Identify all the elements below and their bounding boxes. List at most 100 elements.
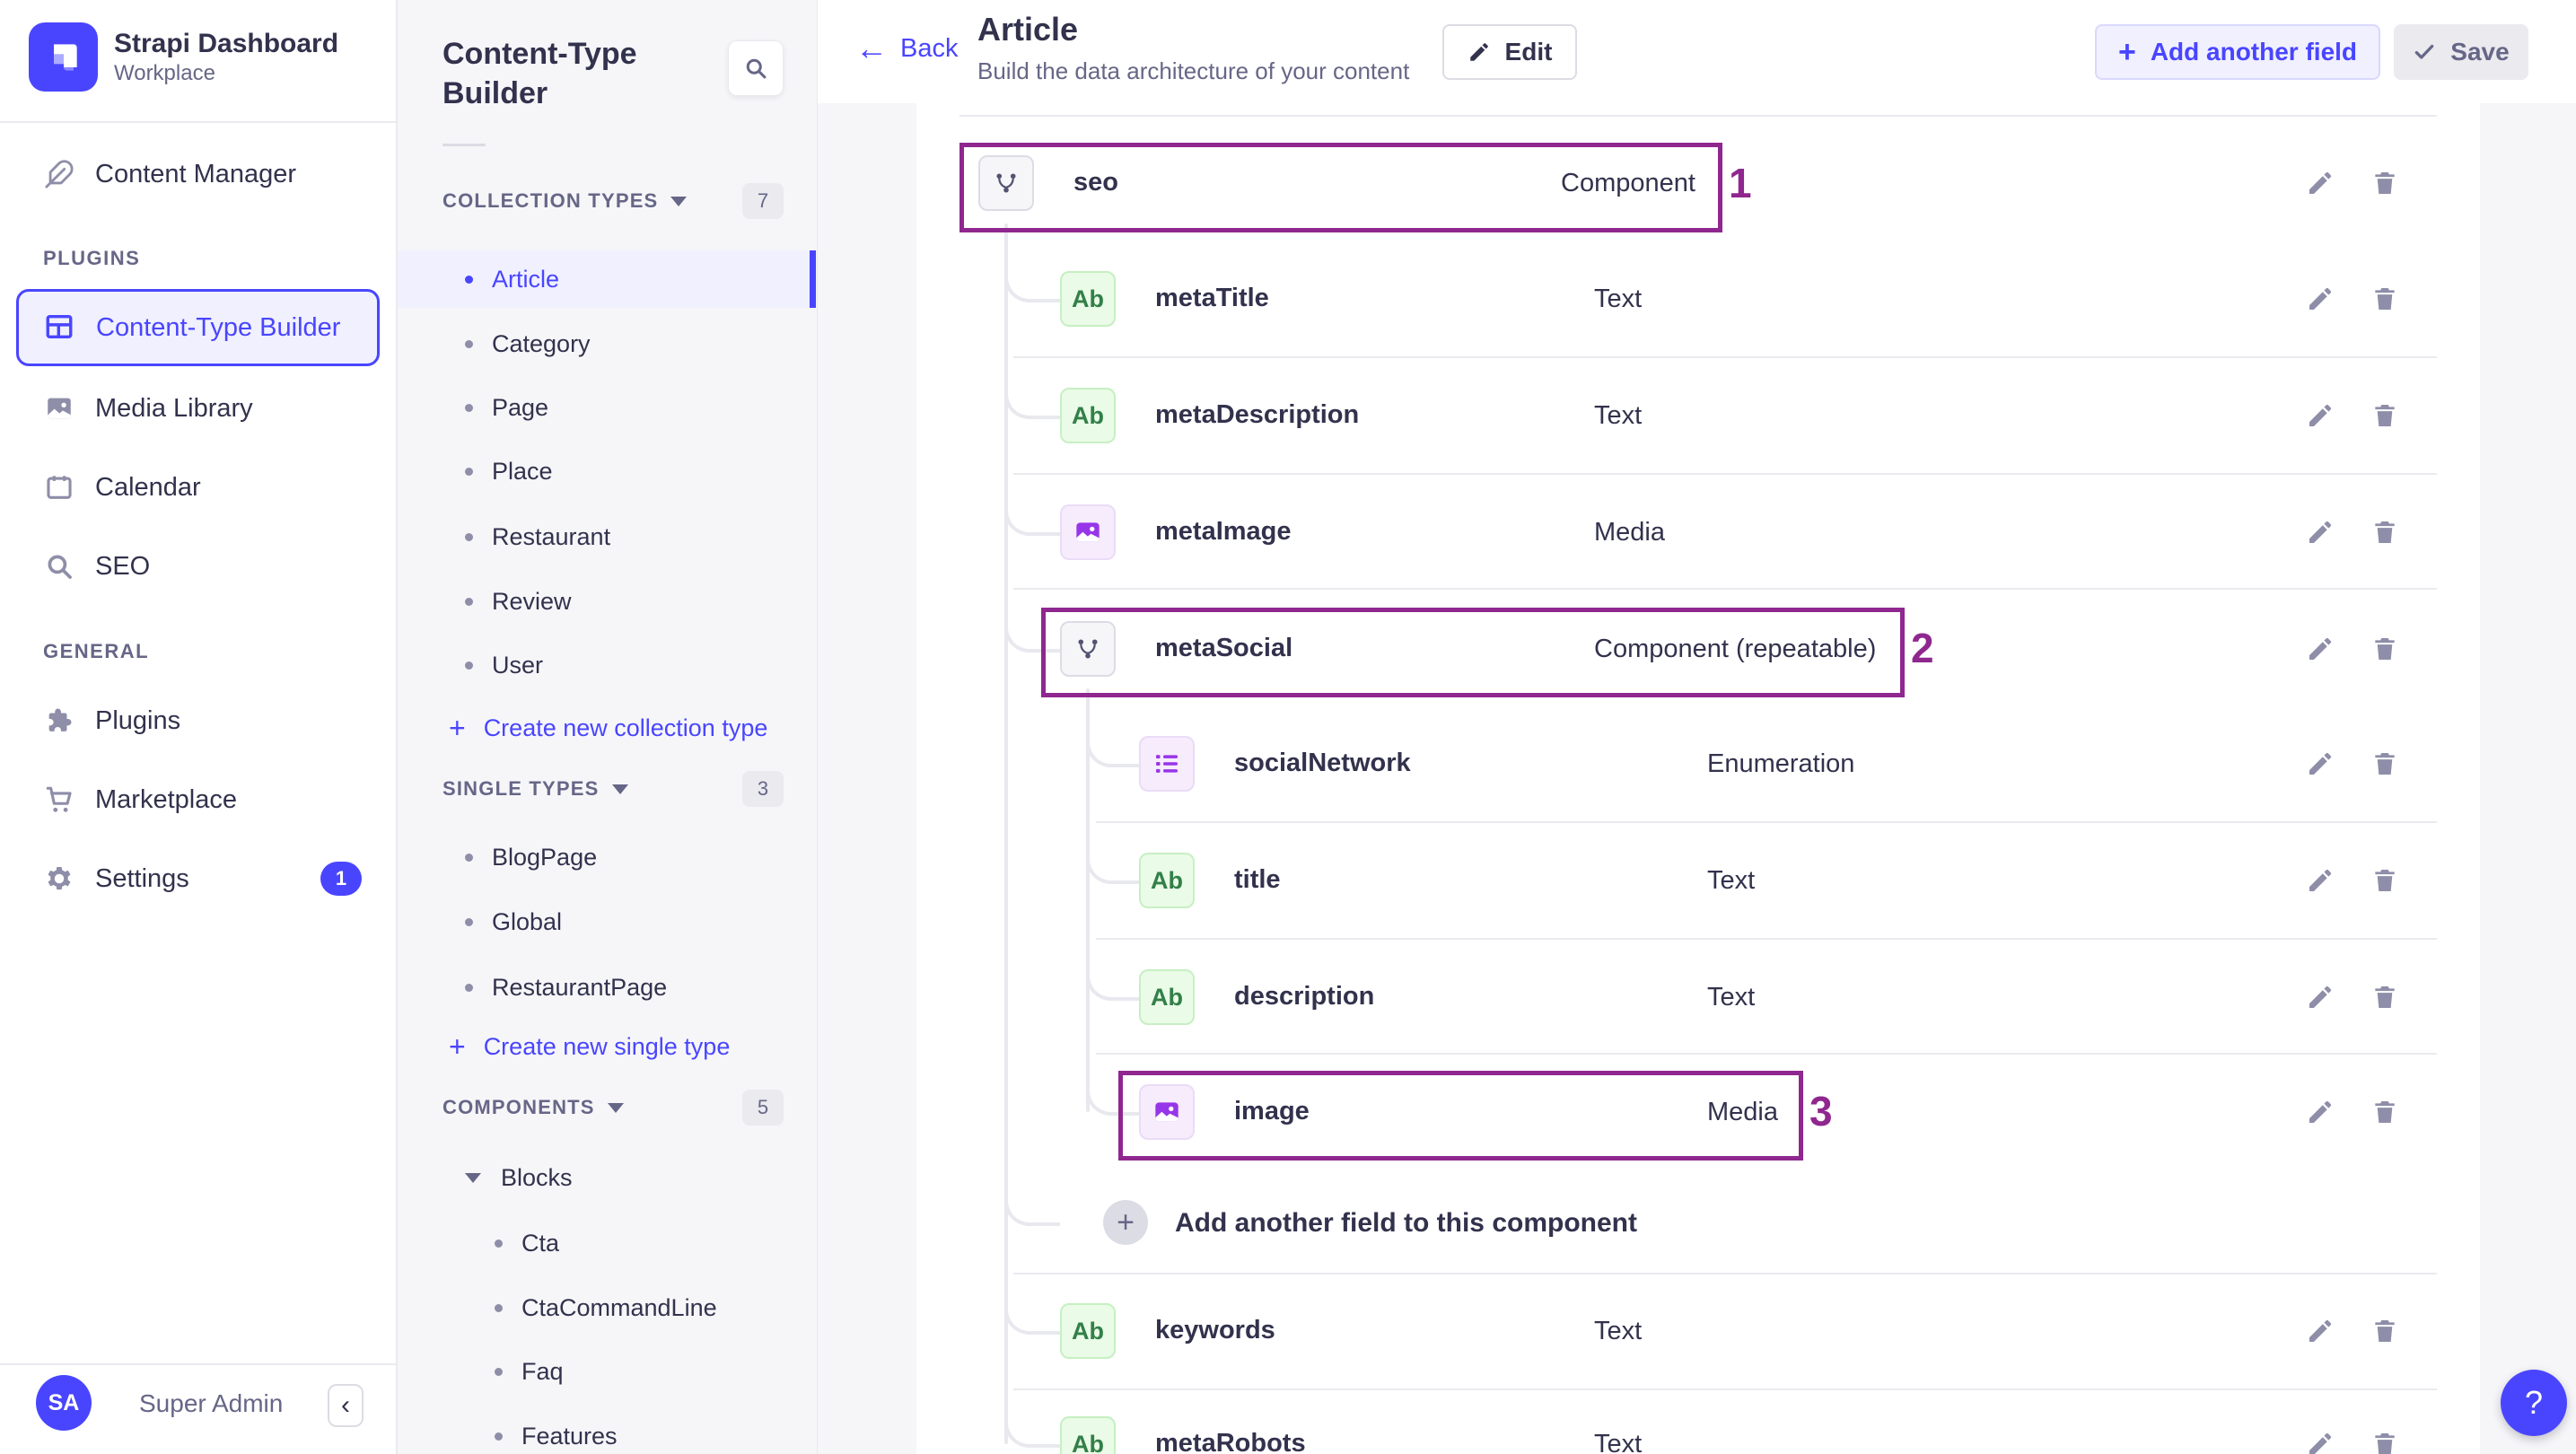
text-field-icon: Ab bbox=[1060, 1416, 1116, 1454]
delete-field-button[interactable] bbox=[2365, 512, 2405, 552]
field-name: socialNetwork bbox=[1234, 749, 1411, 777]
help-button[interactable]: ? bbox=[2501, 1370, 2567, 1436]
single-types-header[interactable]: SINGLE TYPES bbox=[442, 764, 628, 814]
pen-icon bbox=[43, 158, 75, 190]
components-count: 5 bbox=[742, 1090, 784, 1126]
sidebar-item-label: Plugins bbox=[95, 705, 181, 735]
sidebar-item-calendar[interactable]: Calendar bbox=[0, 459, 396, 516]
enumeration-field-icon bbox=[1139, 736, 1195, 792]
collection-item-page[interactable]: Page bbox=[398, 382, 816, 433]
add-another-field-button[interactable]: + Add another field bbox=[2095, 24, 2380, 80]
sidebar-item-settings[interactable]: Settings 1 bbox=[0, 850, 396, 907]
edit-field-button[interactable] bbox=[2300, 977, 2340, 1017]
edit-field-button[interactable] bbox=[2300, 861, 2340, 900]
single-item-blogpage[interactable]: BlogPage bbox=[398, 832, 816, 882]
component-item-cta[interactable]: Cta bbox=[398, 1218, 816, 1268]
single-types-count: 3 bbox=[742, 771, 784, 807]
field-row-image: image Media bbox=[959, 1072, 2437, 1152]
collection-item-user[interactable]: User bbox=[398, 640, 816, 690]
edit-field-button[interactable] bbox=[2300, 396, 2340, 435]
avatar[interactable]: SA bbox=[36, 1375, 92, 1431]
component-item-ctacommandline[interactable]: CtaCommandLine bbox=[398, 1283, 816, 1333]
collection-item-restaurant[interactable]: Restaurant bbox=[398, 512, 816, 562]
create-single-type-link[interactable]: + Create new single type bbox=[398, 1021, 816, 1072]
field-row-metasocial: metaSocial Component (repeatable) bbox=[959, 609, 2437, 689]
text-field-icon: Ab bbox=[1060, 388, 1116, 443]
create-collection-type-link[interactable]: + Create new collection type bbox=[398, 703, 816, 753]
components-header[interactable]: COMPONENTS bbox=[442, 1082, 624, 1133]
bullet-icon bbox=[465, 597, 473, 606]
bullet-icon bbox=[465, 339, 473, 348]
back-link[interactable]: ← Back bbox=[855, 32, 958, 65]
sidebar-item-label: Calendar bbox=[95, 472, 201, 502]
sidebar-item-content-type-builder[interactable]: Content-Type Builder bbox=[16, 289, 380, 366]
component-item-faq[interactable]: Faq bbox=[398, 1346, 816, 1397]
section-label-plugins: PLUGINS bbox=[43, 247, 141, 269]
field-name: title bbox=[1234, 865, 1281, 894]
edit-field-button[interactable] bbox=[2300, 1092, 2340, 1132]
chevron-down-icon bbox=[670, 196, 688, 206]
chevron-down-icon bbox=[465, 1172, 481, 1183]
delete-field-button[interactable] bbox=[2365, 1092, 2405, 1132]
collapse-sidebar-button[interactable]: ‹ bbox=[328, 1384, 364, 1427]
edit-field-button[interactable] bbox=[2300, 744, 2340, 784]
edit-field-button[interactable] bbox=[2300, 629, 2340, 669]
delete-field-button[interactable] bbox=[2365, 977, 2405, 1017]
delete-field-button[interactable] bbox=[2365, 279, 2405, 319]
collection-item-place[interactable]: Place bbox=[398, 446, 816, 496]
component-item-features[interactable]: Features bbox=[398, 1411, 816, 1454]
divider bbox=[1096, 938, 2437, 940]
settings-badge: 1 bbox=[320, 862, 362, 896]
edit-field-button[interactable] bbox=[2300, 279, 2340, 319]
field-type: Text bbox=[1594, 285, 1643, 313]
edit-field-button[interactable] bbox=[2300, 512, 2340, 552]
field-name: metaTitle bbox=[1155, 284, 1269, 312]
field-type: Text bbox=[1707, 866, 1756, 895]
collection-types-header[interactable]: COLLECTION TYPES bbox=[442, 176, 688, 226]
divider bbox=[1013, 356, 2437, 358]
annotation-3: 3 bbox=[1809, 1088, 1833, 1134]
calendar-icon bbox=[43, 471, 75, 504]
media-field-icon bbox=[1139, 1084, 1195, 1140]
sidebar-item-media-library[interactable]: Media Library bbox=[0, 380, 396, 437]
sidebar-item-label: Content-Type Builder bbox=[96, 312, 341, 342]
layout-icon bbox=[44, 311, 76, 344]
delete-field-button[interactable] bbox=[2365, 629, 2405, 669]
field-row-metatitle: Ab metaTitle Text bbox=[959, 258, 2437, 339]
edit-button[interactable]: Edit bbox=[1442, 24, 1577, 80]
divider bbox=[0, 1363, 396, 1365]
divider bbox=[1096, 821, 2437, 823]
delete-field-button[interactable] bbox=[2365, 1311, 2405, 1351]
delete-field-button[interactable] bbox=[2365, 1424, 2405, 1454]
add-field-to-component-row[interactable]: + Add another field to this component bbox=[959, 1182, 2437, 1263]
delete-field-button[interactable] bbox=[2365, 163, 2405, 203]
edit-field-button[interactable] bbox=[2300, 1311, 2340, 1351]
single-item-global[interactable]: Global bbox=[398, 897, 816, 947]
sidebar-item-plugins[interactable]: Plugins bbox=[0, 692, 396, 749]
field-name: metaSocial bbox=[1155, 634, 1293, 662]
field-type: Enumeration bbox=[1707, 749, 1855, 778]
collection-item-category[interactable]: Category bbox=[398, 319, 816, 369]
search-button[interactable] bbox=[728, 40, 784, 96]
component-group-blocks[interactable]: Blocks bbox=[398, 1152, 816, 1203]
plus-icon[interactable]: + bbox=[1103, 1200, 1148, 1245]
save-button[interactable]: Save bbox=[2394, 24, 2528, 80]
field-type: Media bbox=[1707, 1098, 1778, 1126]
delete-field-button[interactable] bbox=[2365, 744, 2405, 784]
sidebar-item-marketplace[interactable]: Marketplace bbox=[0, 771, 396, 828]
check-icon bbox=[2415, 44, 2434, 59]
component-icon bbox=[978, 155, 1034, 211]
user-name: Super Admin bbox=[139, 1389, 284, 1417]
single-item-restaurantpage[interactable]: RestaurantPage bbox=[398, 962, 816, 1012]
delete-field-button[interactable] bbox=[2365, 861, 2405, 900]
pencil-icon bbox=[1469, 43, 1488, 61]
sidebar-item-seo[interactable]: SEO bbox=[0, 538, 396, 595]
delete-field-button[interactable] bbox=[2365, 396, 2405, 435]
strapi-app: Strapi Dashboard Workplace Content Manag… bbox=[0, 0, 2576, 1454]
edit-field-button[interactable] bbox=[2300, 1424, 2340, 1454]
collection-item-article[interactable]: Article bbox=[398, 250, 816, 308]
sidebar-item-content-manager[interactable]: Content Manager bbox=[0, 145, 396, 203]
edit-field-button[interactable] bbox=[2300, 163, 2340, 203]
bullet-icon bbox=[465, 467, 473, 476]
collection-item-review[interactable]: Review bbox=[398, 576, 816, 626]
